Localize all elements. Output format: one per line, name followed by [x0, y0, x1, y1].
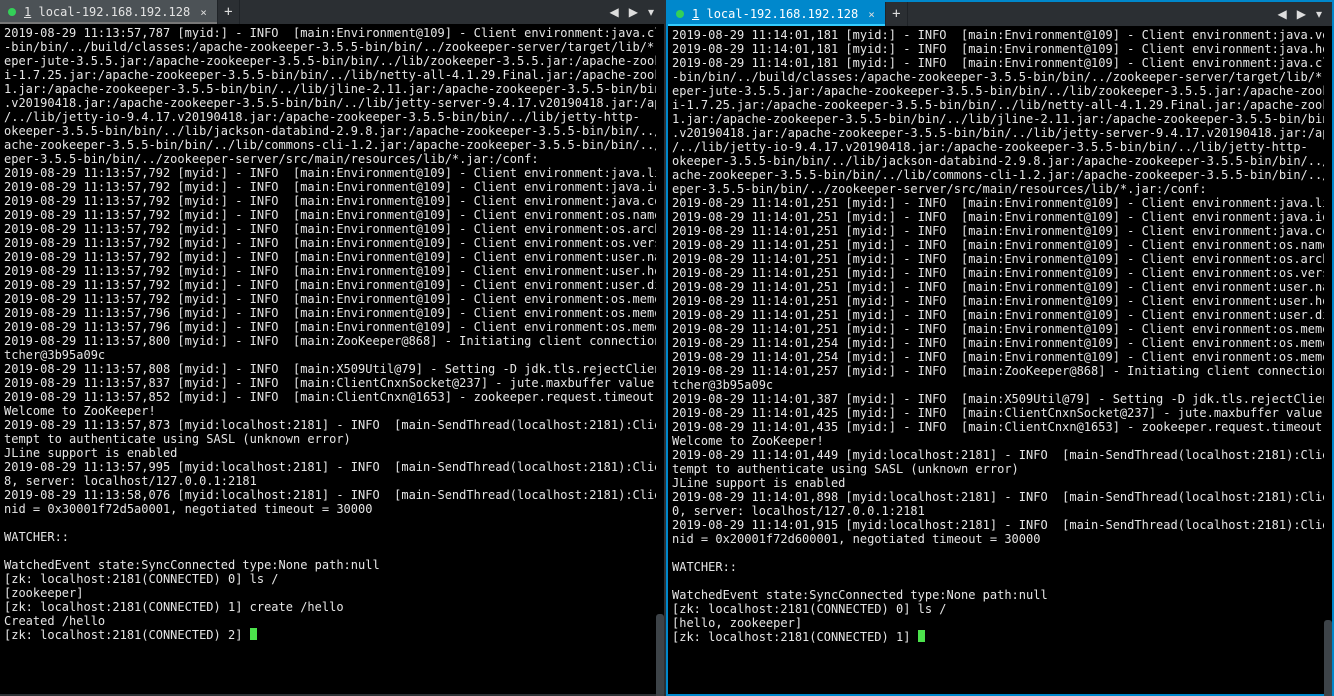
- status-dot-icon: [676, 10, 684, 18]
- new-tab-button[interactable]: +: [218, 0, 240, 24]
- nav-right-icon[interactable]: ▶: [1293, 7, 1310, 22]
- pane-left: 1 local-192.168.192.128 × + ◀ ▶ ▾ 2019-0…: [0, 0, 666, 696]
- nav-left-icon[interactable]: ◀: [1274, 7, 1291, 22]
- new-tab-button[interactable]: +: [886, 2, 908, 26]
- tab-bar: 1 local-192.168.192.128 × + ◀ ▶ ▾: [668, 2, 1332, 26]
- terminal-tab[interactable]: 1 local-192.168.192.128 ×: [668, 2, 886, 26]
- tab-nav: ◀ ▶ ▾: [1268, 2, 1333, 26]
- split-view: 1 local-192.168.192.128 × + ◀ ▶ ▾ 2019-0…: [0, 0, 1334, 696]
- status-dot-icon: [8, 8, 16, 16]
- scrollbar[interactable]: [656, 24, 664, 694]
- tab-nav: ◀ ▶ ▾: [600, 0, 665, 24]
- terminal[interactable]: 2019-08-29 11:14:01,181 [myid:] - INFO […: [668, 26, 1332, 694]
- scrollbar-thumb[interactable]: [1324, 620, 1332, 696]
- tab-menu-icon[interactable]: ▾: [1312, 7, 1326, 22]
- close-icon[interactable]: ×: [868, 8, 875, 21]
- terminal-output: 2019-08-29 11:13:57,787 [myid:] - INFO […: [0, 24, 664, 646]
- tab-title: 1 local-192.168.192.128: [692, 7, 858, 21]
- terminal-output: 2019-08-29 11:14:01,181 [myid:] - INFO […: [668, 26, 1332, 648]
- scrollbar-thumb[interactable]: [656, 614, 664, 696]
- nav-right-icon[interactable]: ▶: [625, 5, 642, 20]
- tab-menu-icon[interactable]: ▾: [644, 5, 658, 20]
- close-icon[interactable]: ×: [200, 6, 207, 19]
- tab-title: 1 local-192.168.192.128: [24, 5, 190, 19]
- pane-right: 1 local-192.168.192.128 × + ◀ ▶ ▾ 2019-0…: [666, 0, 1334, 696]
- terminal[interactable]: 2019-08-29 11:13:57,787 [myid:] - INFO […: [0, 24, 664, 694]
- terminal-tab[interactable]: 1 local-192.168.192.128 ×: [0, 0, 218, 24]
- nav-left-icon[interactable]: ◀: [606, 5, 623, 20]
- scrollbar[interactable]: [1324, 26, 1332, 694]
- tab-bar: 1 local-192.168.192.128 × + ◀ ▶ ▾: [0, 0, 664, 24]
